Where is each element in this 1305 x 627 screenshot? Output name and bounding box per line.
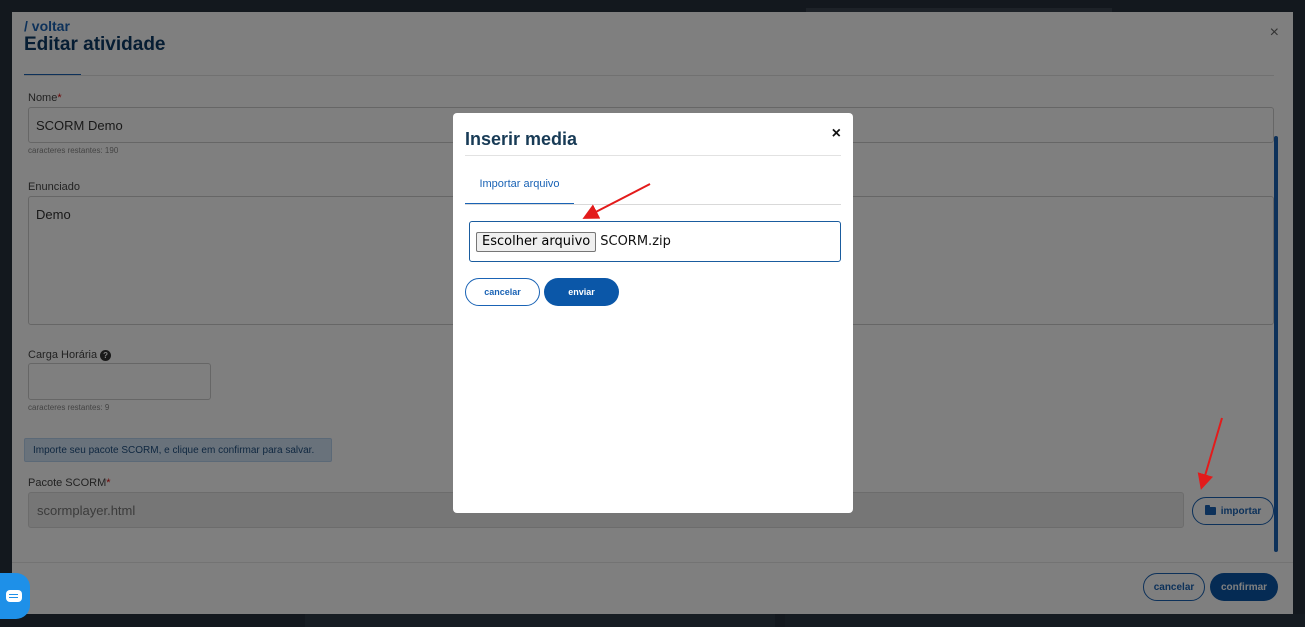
modal-cancel-button[interactable]: cancelar bbox=[465, 278, 540, 306]
insert-media-modal: Inserir media × Importar arquivo Escolhe… bbox=[453, 113, 853, 513]
modal-divider bbox=[465, 155, 841, 156]
file-input[interactable]: Escolher arquivo SCORM.zip bbox=[469, 221, 841, 262]
send-button[interactable]: enviar bbox=[544, 278, 619, 306]
chat-bubble-icon bbox=[6, 590, 22, 602]
close-icon[interactable]: × bbox=[832, 125, 841, 143]
selected-file-name: SCORM.zip bbox=[600, 234, 671, 249]
modal-title: Inserir media bbox=[465, 129, 578, 149]
chat-widget-button[interactable] bbox=[0, 573, 30, 619]
choose-file-button[interactable]: Escolher arquivo bbox=[476, 231, 597, 252]
tab-import-file[interactable]: Importar arquivo bbox=[465, 171, 574, 205]
tabs-divider bbox=[465, 204, 841, 205]
